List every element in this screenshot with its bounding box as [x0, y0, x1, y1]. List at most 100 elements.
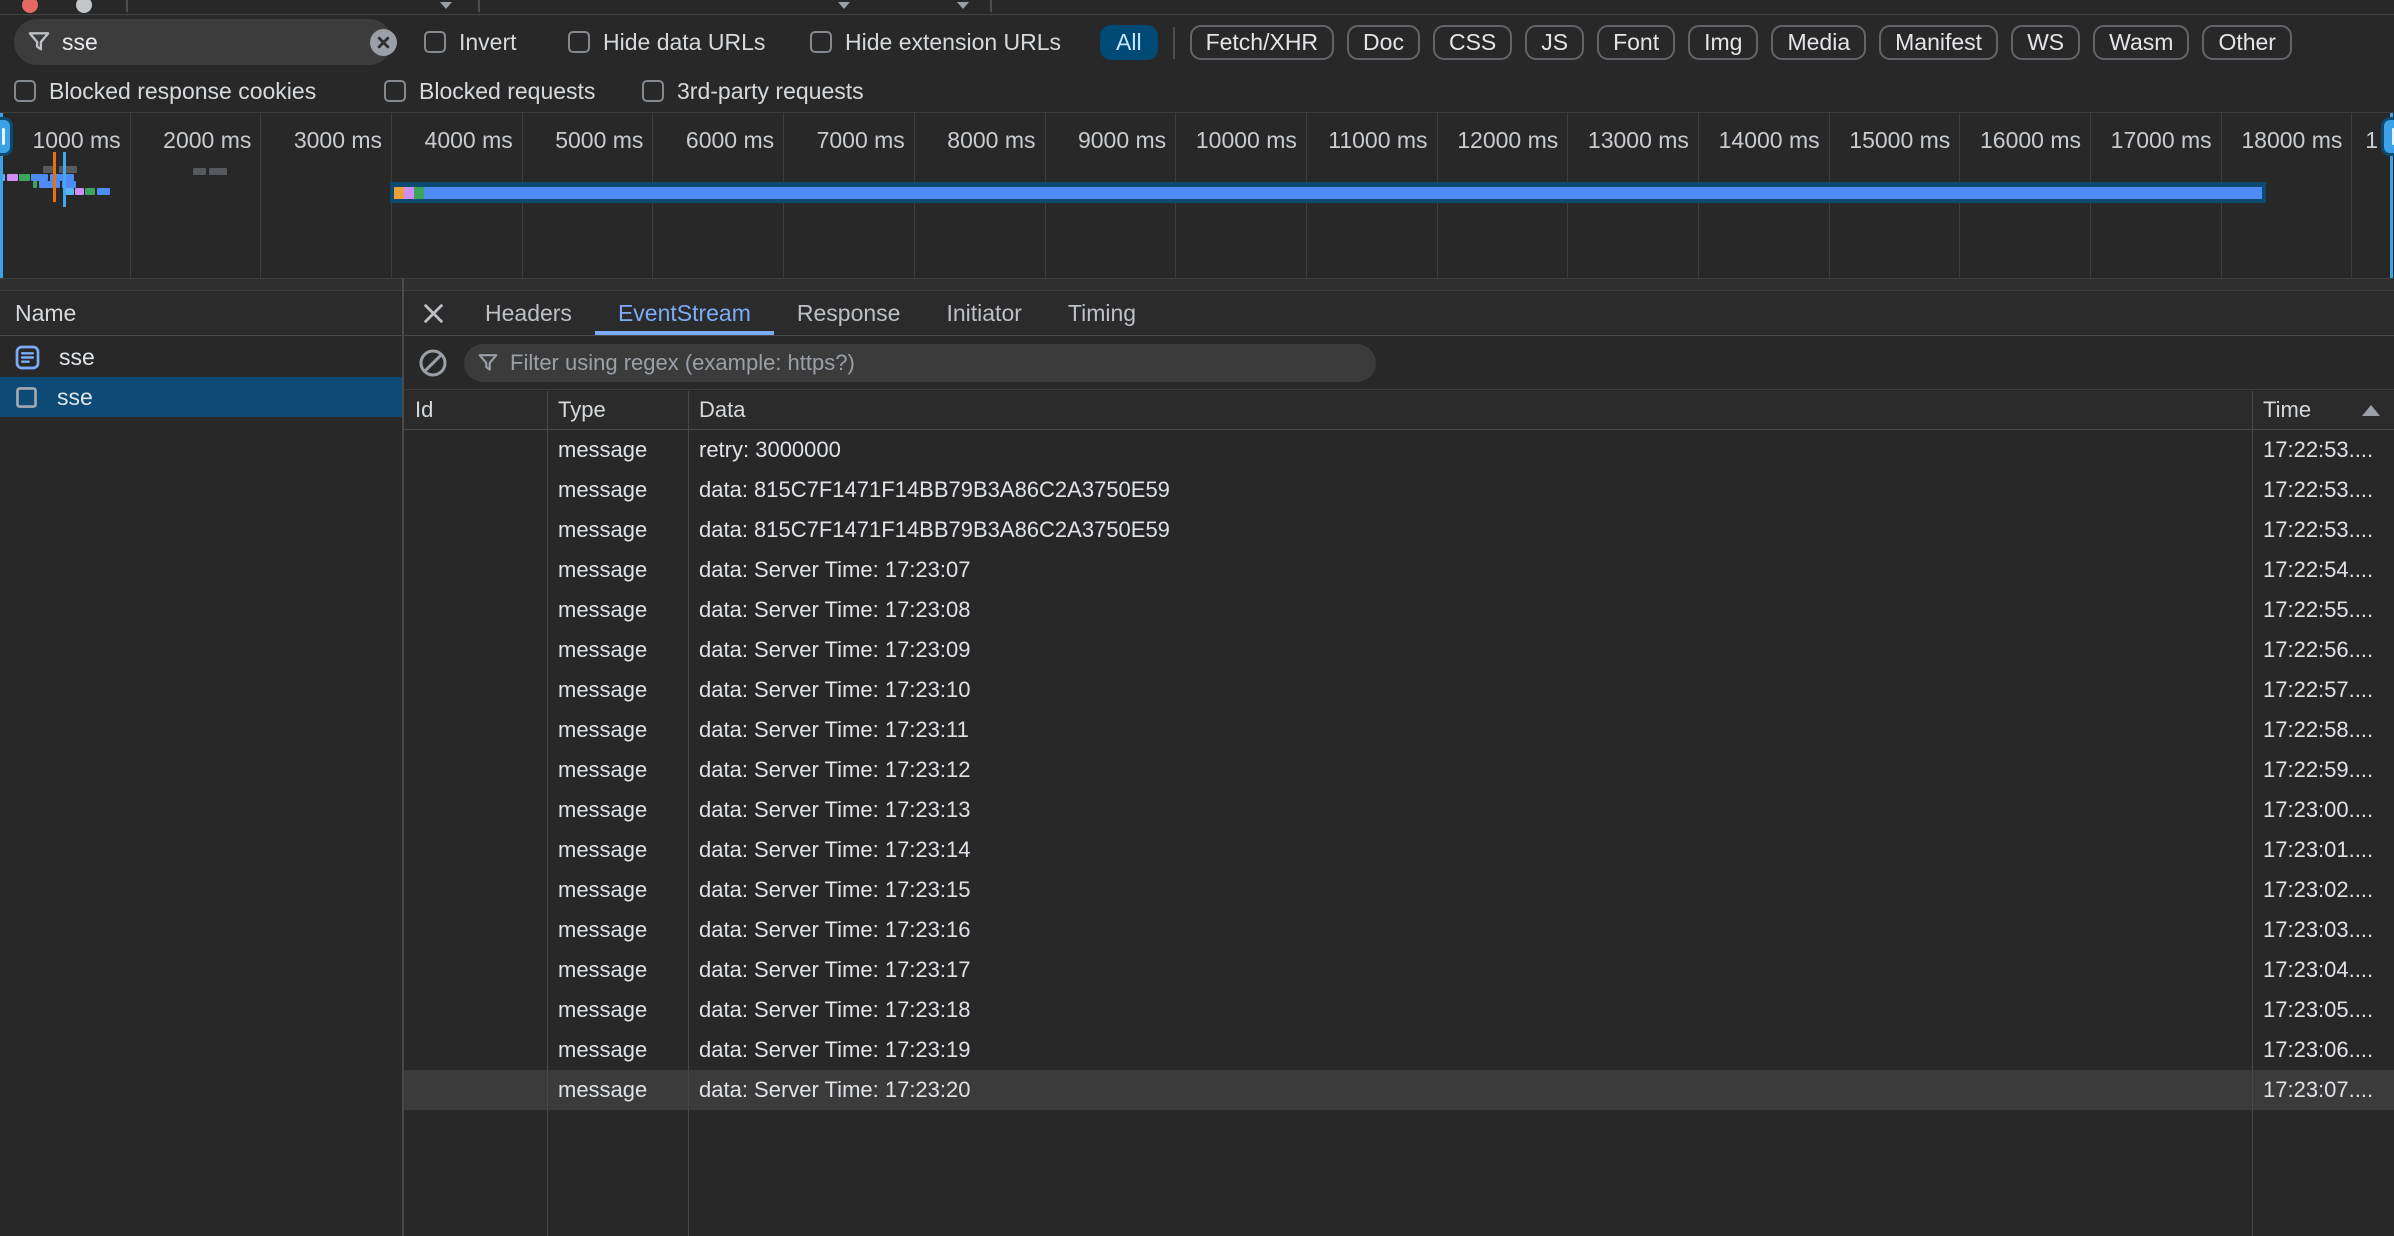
toggle-filter-hide-extension-urls[interactable]: Hide extension URLs: [810, 19, 1061, 65]
event-row[interactable]: messagedata: Server Time: 17:23:1217:22:…: [404, 750, 2394, 790]
tab-initiator[interactable]: Initiator: [923, 291, 1044, 335]
close-detail-button[interactable]: [404, 291, 462, 335]
waterfall-mini-bar: [85, 188, 95, 195]
request-row-sse[interactable]: sse: [0, 337, 402, 377]
request-bar-segment: [414, 187, 424, 199]
toolbar-caret-icon[interactable]: [957, 2, 969, 9]
eventstream-filter-row: [404, 337, 2394, 390]
request-bar-segment: [394, 187, 404, 199]
event-type-cell: message: [547, 957, 688, 983]
sse-request-bar-selection[interactable]: [390, 182, 2266, 203]
throttling-caret-icon[interactable]: [440, 2, 452, 9]
event-table-body: messageretry: 300000017:22:53....message…: [404, 430, 2394, 1110]
network-filter-input-pill[interactable]: [14, 19, 392, 65]
column-header-data[interactable]: Data: [688, 397, 2252, 423]
checkbox[interactable]: [14, 80, 36, 102]
event-type-cell: message: [547, 757, 688, 783]
checkbox-label: Invert: [459, 29, 517, 56]
type-filter-fetch-xhr[interactable]: Fetch/XHR: [1190, 25, 1334, 60]
event-row[interactable]: messagedata: Server Time: 17:23:1017:22:…: [404, 670, 2394, 710]
column-divider[interactable]: [688, 391, 689, 1236]
event-row[interactable]: messagedata: Server Time: 17:23:1817:23:…: [404, 990, 2394, 1030]
column-header-type[interactable]: Type: [547, 397, 688, 423]
toggle-filter-hide-data-urls[interactable]: Hide data URLs: [568, 19, 765, 65]
event-row[interactable]: messagedata: Server Time: 17:23:1117:22:…: [404, 710, 2394, 750]
block-icon[interactable]: [418, 348, 448, 378]
type-filter-img[interactable]: Img: [1688, 25, 1758, 60]
event-row[interactable]: messageretry: 300000017:22:53....: [404, 430, 2394, 470]
timeline-right-handle[interactable]: [2381, 117, 2394, 156]
eventstream-regex-input[interactable]: [510, 350, 1362, 376]
event-type-cell: message: [547, 877, 688, 903]
load-line: [63, 152, 66, 207]
event-row[interactable]: messagedata: Server Time: 17:23:2017:23:…: [404, 1070, 2394, 1110]
type-filter-js[interactable]: JS: [1525, 25, 1584, 60]
event-row[interactable]: messagedata: 815C7F1471F14BB79B3A86C2A37…: [404, 470, 2394, 510]
request-detail-panel: HeadersEventStreamResponseInitiatorTimin…: [404, 291, 2394, 1236]
type-filter-media[interactable]: Media: [1771, 25, 1866, 60]
checkbox[interactable]: [568, 31, 590, 53]
column-divider[interactable]: [2252, 391, 2253, 1236]
timeline-left-handle[interactable]: [0, 117, 13, 156]
waterfall-mini-bar: [97, 188, 110, 195]
timeline-tick: 2000 ms: [131, 113, 262, 278]
type-filter-font[interactable]: Font: [1597, 25, 1675, 60]
type-filter-ws[interactable]: WS: [2011, 25, 2080, 60]
checkbox[interactable]: [642, 80, 664, 102]
toggle-options-blocked-requests[interactable]: Blocked requests: [384, 68, 595, 114]
type-filter-other[interactable]: Other: [2202, 25, 2292, 60]
event-row[interactable]: messagedata: Server Time: 17:23:1617:23:…: [404, 910, 2394, 950]
event-row[interactable]: messagedata: Server Time: 17:23:1517:23:…: [404, 870, 2394, 910]
type-filter-all[interactable]: All: [1100, 25, 1158, 60]
checkbox[interactable]: [384, 80, 406, 102]
tab-headers[interactable]: Headers: [462, 291, 595, 335]
column-header-label: Time: [2263, 397, 2311, 423]
checkbox-label: Hide extension URLs: [845, 29, 1061, 56]
event-time-cell: 17:23:02....: [2252, 877, 2394, 903]
column-divider[interactable]: [547, 391, 548, 1236]
request-name: sse: [59, 344, 95, 371]
eventstream-regex-pill[interactable]: [464, 344, 1376, 382]
event-row[interactable]: messagedata: Server Time: 17:23:0917:22:…: [404, 630, 2394, 670]
event-time-cell: 17:22:53....: [2252, 477, 2394, 503]
checkbox[interactable]: [424, 31, 446, 53]
event-row[interactable]: messagedata: Server Time: 17:23:0717:22:…: [404, 550, 2394, 590]
network-overview-timeline[interactable]: 1000 ms2000 ms3000 ms4000 ms5000 ms6000 …: [0, 113, 2394, 278]
clear-button[interactable]: [76, 0, 92, 13]
event-data-cell: data: 815C7F1471F14BB79B3A86C2A3750E59: [688, 517, 2252, 543]
panel-split-bar[interactable]: [0, 278, 2394, 291]
network-filter-input[interactable]: [62, 29, 358, 56]
event-row[interactable]: messagedata: 815C7F1471F14BB79B3A86C2A37…: [404, 510, 2394, 550]
name-column-header[interactable]: Name: [0, 291, 402, 336]
event-row[interactable]: messagedata: Server Time: 17:23:0817:22:…: [404, 590, 2394, 630]
tab-eventstream[interactable]: EventStream: [595, 291, 774, 335]
network-options-bar: Blocked response cookiesBlocked requests…: [0, 72, 2394, 113]
tab-timing[interactable]: Timing: [1045, 291, 1159, 335]
type-filter-doc[interactable]: Doc: [1347, 25, 1420, 60]
event-data-cell: data: Server Time: 17:23:11: [688, 717, 2252, 743]
tab-response[interactable]: Response: [774, 291, 924, 335]
event-row[interactable]: messagedata: Server Time: 17:23:1417:23:…: [404, 830, 2394, 870]
clear-filter-icon[interactable]: [370, 29, 397, 56]
record-button[interactable]: [22, 0, 38, 13]
toggle-filter-invert[interactable]: Invert: [424, 19, 517, 65]
event-type-cell: message: [547, 917, 688, 943]
toolbar-caret-icon[interactable]: [838, 2, 850, 9]
column-header-time[interactable]: Time: [2252, 397, 2394, 423]
type-filter-manifest[interactable]: Manifest: [1879, 25, 1998, 60]
toggle-options-3rd-party-requests[interactable]: 3rd-party requests: [642, 68, 864, 114]
event-time-cell: 17:22:55....: [2252, 597, 2394, 623]
event-type-cell: message: [547, 1037, 688, 1063]
event-row[interactable]: messagedata: Server Time: 17:23:1317:23:…: [404, 790, 2394, 830]
event-row[interactable]: messagedata: Server Time: 17:23:1917:23:…: [404, 1030, 2394, 1070]
event-table-header: IdTypeData Time: [404, 391, 2394, 430]
column-header-id[interactable]: Id: [404, 397, 547, 423]
document-icon: [14, 344, 41, 371]
toggle-options-blocked-response-cookies[interactable]: Blocked response cookies: [14, 68, 316, 114]
type-filter-wasm[interactable]: Wasm: [2093, 25, 2189, 60]
request-row-sse[interactable]: sse: [0, 377, 402, 417]
event-row[interactable]: messagedata: Server Time: 17:23:1717:23:…: [404, 950, 2394, 990]
waterfall-mini-bar: [193, 168, 206, 175]
checkbox[interactable]: [810, 31, 832, 53]
type-filter-css[interactable]: CSS: [1433, 25, 1512, 60]
